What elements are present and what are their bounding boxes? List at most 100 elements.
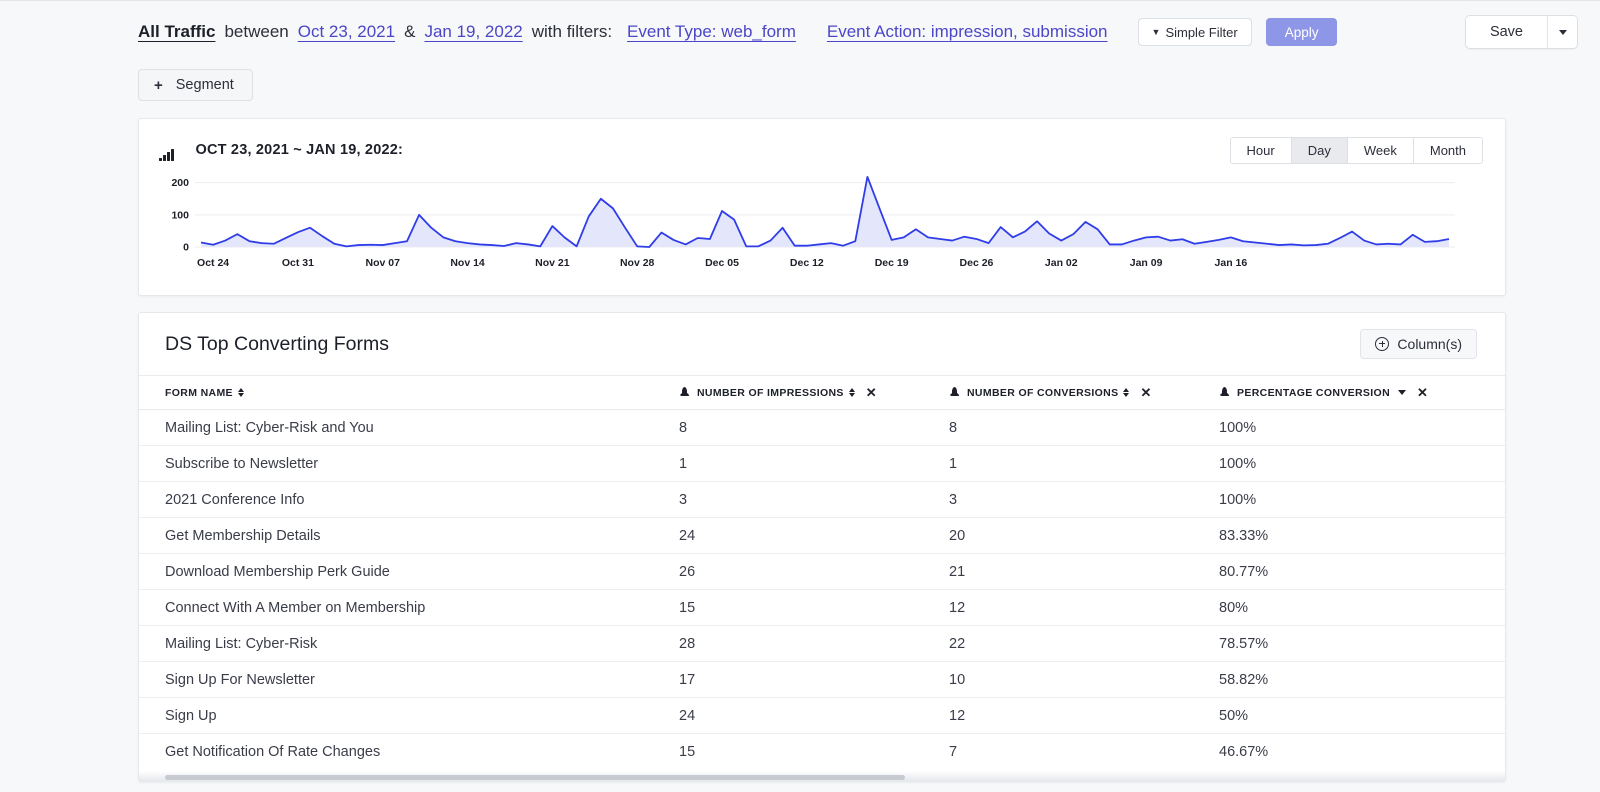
page-title: DS Top Converting Forms — [165, 333, 389, 356]
column-label-percentage: PERCENTAGE CONVERSION — [1237, 387, 1390, 399]
cell-conversions: 10 — [949, 662, 1219, 698]
table-row[interactable]: Subscribe to Newsletter11100% — [139, 446, 1506, 482]
circle-plus-icon — [1375, 337, 1389, 351]
cell-form-name: Mailing List: Cyber-Risk — [139, 626, 679, 662]
sort-desc-icon[interactable] — [1398, 390, 1406, 395]
table-row[interactable]: Download Membership Perk Guide262180.77% — [139, 554, 1506, 590]
chart-plot-area[interactable]: 0100200Oct 24Oct 31Nov 07Nov 14Nov 21Nov… — [139, 165, 1505, 285]
cell-percentage: 80% — [1219, 590, 1506, 626]
cell-form-name: Connect With A Member on Membership — [139, 590, 679, 626]
with-filters-label: with filters: — [532, 22, 612, 42]
table-row[interactable]: Get Membership Details242083.33% — [139, 518, 1506, 554]
cell-form-name: Sign Up For Newsletter — [139, 662, 679, 698]
bar-chart-icon — [159, 147, 174, 161]
cell-percentage: 78.57% — [1219, 626, 1506, 662]
cell-form-name: 2021 Conference Info — [139, 482, 679, 518]
columns-button-label: Column(s) — [1397, 336, 1462, 352]
sort-toggle-impressions[interactable] — [849, 388, 855, 398]
x-axis-tick-label: Nov 21 — [535, 257, 570, 269]
cell-form-name: Mailing List: Cyber-Risk and You — [139, 410, 679, 446]
granularity-hour[interactable]: Hour — [1231, 138, 1292, 163]
cell-percentage: 58.82% — [1219, 662, 1506, 698]
x-axis-tick-label: Dec 12 — [790, 257, 824, 269]
plus-icon: + — [154, 78, 163, 93]
columns-button[interactable]: Column(s) — [1360, 329, 1477, 359]
cell-conversions: 3 — [949, 482, 1219, 518]
save-button[interactable]: Save — [1466, 16, 1547, 48]
table-row[interactable]: Mailing List: Cyber-Risk and You88100% — [139, 410, 1506, 446]
funnel-icon: ▼ — [1152, 27, 1161, 37]
column-header-conversions[interactable]: NUMBER OF CONVERSIONS ✕ — [949, 376, 1219, 410]
add-segment-button[interactable]: + Segment — [138, 69, 253, 101]
table-row[interactable]: Get Notification Of Rate Changes15746.67… — [139, 734, 1506, 770]
filter-event-action[interactable]: Event Action: impression, submission — [827, 22, 1108, 42]
granularity-week[interactable]: Week — [1348, 138, 1414, 163]
table-header: DS Top Converting Forms Column(s) — [139, 313, 1505, 375]
x-axis-tick-label: Dec 19 — [875, 257, 909, 269]
cell-conversions: 7 — [949, 734, 1219, 770]
cell-percentage: 80.77% — [1219, 554, 1506, 590]
filter-event-type[interactable]: Event Type: web_form — [627, 22, 796, 42]
x-axis-tick-label: Oct 24 — [197, 257, 229, 269]
table-row[interactable]: Connect With A Member on Membership15128… — [139, 590, 1506, 626]
end-date-link[interactable]: Jan 19, 2022 — [424, 22, 522, 42]
sort-toggle-form-name[interactable] — [238, 388, 244, 398]
timeseries-area-chart[interactable]: 0100200Oct 24Oct 31Nov 07Nov 14Nov 21Nov… — [139, 165, 1505, 285]
rocket-icon — [949, 387, 960, 399]
rocket-icon — [1219, 387, 1230, 399]
cell-conversions: 21 — [949, 554, 1219, 590]
cell-conversions: 22 — [949, 626, 1219, 662]
cell-conversions: 8 — [949, 410, 1219, 446]
cell-impressions: 28 — [679, 626, 949, 662]
cell-form-name: Get Membership Details — [139, 518, 679, 554]
cell-impressions: 8 — [679, 410, 949, 446]
apply-button[interactable]: Apply — [1266, 18, 1338, 46]
column-header-form-name[interactable]: FORM NAME — [139, 376, 679, 410]
cell-conversions: 1 — [949, 446, 1219, 482]
y-axis-tick-label: 200 — [171, 177, 189, 189]
column-label-impressions: NUMBER OF IMPRESSIONS — [697, 387, 844, 399]
top-converting-forms-card: DS Top Converting Forms Column(s) FORM N… — [138, 312, 1506, 782]
start-date-link[interactable]: Oct 23, 2021 — [298, 22, 395, 42]
column-header-percentage[interactable]: PERCENTAGE CONVERSION ✕ — [1219, 376, 1506, 410]
cell-impressions: 24 — [679, 698, 949, 734]
save-button-group: Save — [1465, 15, 1578, 49]
granularity-toggle-group: Hour Day Week Month — [1230, 137, 1483, 164]
x-axis-tick-label: Oct 31 — [282, 257, 314, 269]
column-label-form-name: FORM NAME — [165, 387, 233, 399]
simple-filter-button[interactable]: ▼ Simple Filter — [1138, 18, 1252, 46]
timeseries-chart-card: OCT 23, 2021 ~ JAN 19, 2022: Hour Day We… — [138, 118, 1506, 296]
remove-column-impressions-icon[interactable]: ✕ — [866, 386, 877, 399]
sort-toggle-conversions[interactable] — [1123, 388, 1129, 398]
forms-table: FORM NAME NUMBER OF IMPRESSIONS ✕ — [139, 375, 1506, 770]
horizontal-scrollbar-thumb[interactable] — [165, 775, 905, 780]
granularity-month[interactable]: Month — [1414, 138, 1482, 163]
remove-column-conversions-icon[interactable]: ✕ — [1140, 386, 1151, 399]
save-dropdown-toggle[interactable] — [1547, 16, 1577, 48]
cell-impressions: 1 — [679, 446, 949, 482]
table-row[interactable]: 2021 Conference Info33100% — [139, 482, 1506, 518]
filter-bar: All Traffic between Oct 23, 2021 & Jan 1… — [0, 1, 1600, 63]
table-row[interactable]: Sign Up For Newsletter171058.82% — [139, 662, 1506, 698]
x-axis-tick-label: Nov 07 — [366, 257, 401, 269]
simple-filter-label: Simple Filter — [1165, 25, 1237, 40]
remove-column-percentage-icon[interactable]: ✕ — [1417, 386, 1428, 399]
cell-form-name: Subscribe to Newsletter — [139, 446, 679, 482]
cell-conversions: 12 — [949, 590, 1219, 626]
cell-percentage: 83.33% — [1219, 518, 1506, 554]
granularity-day[interactable]: Day — [1292, 138, 1348, 163]
horizontal-scrollbar[interactable] — [139, 774, 1506, 781]
audience-selector[interactable]: All Traffic — [138, 22, 215, 42]
x-axis-tick-label: Nov 14 — [450, 257, 485, 269]
table-row[interactable]: Sign Up241250% — [139, 698, 1506, 734]
table-row[interactable]: Mailing List: Cyber-Risk282278.57% — [139, 626, 1506, 662]
caret-down-icon — [1559, 30, 1567, 35]
chart-header: OCT 23, 2021 ~ JAN 19, 2022: Hour Day We… — [139, 119, 1505, 165]
cell-percentage: 50% — [1219, 698, 1506, 734]
column-header-impressions[interactable]: NUMBER OF IMPRESSIONS ✕ — [679, 376, 949, 410]
cell-form-name: Sign Up — [139, 698, 679, 734]
cell-percentage: 100% — [1219, 446, 1506, 482]
cell-impressions: 15 — [679, 590, 949, 626]
x-axis-tick-label: Jan 09 — [1130, 257, 1163, 269]
cell-impressions: 17 — [679, 662, 949, 698]
